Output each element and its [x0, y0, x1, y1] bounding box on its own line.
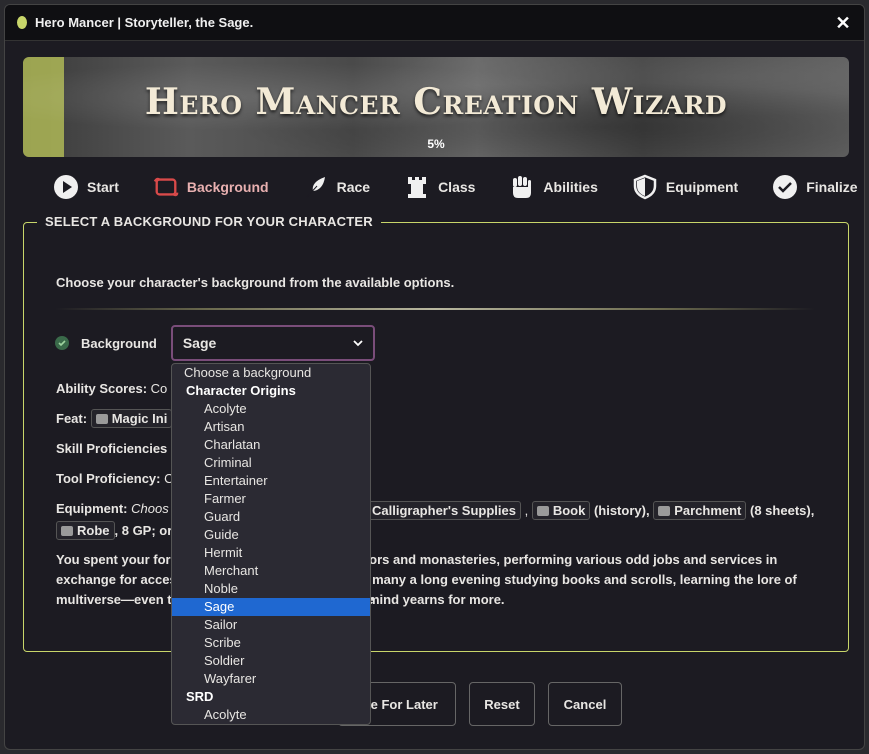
title-bar[interactable]: Hero Mancer | Storyteller, the Sage. ✕: [5, 5, 864, 41]
item-calligrapher[interactable]: Calligrapher's Supplies: [367, 501, 521, 520]
feat-line: Feat: Magic Ini: [56, 409, 173, 428]
tab-class[interactable]: Class: [404, 174, 475, 200]
feat-item[interactable]: Magic Ini: [90, 409, 173, 428]
progress-percent: 5%: [427, 137, 445, 151]
dropdown-option[interactable]: Wayfarer: [172, 670, 370, 688]
cancel-button[interactable]: Cancel: [548, 682, 622, 726]
dropdown-option[interactable]: Hermit: [172, 544, 370, 562]
item-parchment[interactable]: Parchment: [653, 501, 747, 520]
banner-title: Hero Mancer Creation Wizard: [144, 81, 728, 123]
dropdown-placeholder[interactable]: Choose a background: [172, 364, 370, 382]
dropdown-option[interactable]: Merchant: [172, 562, 370, 580]
section-legend: SELECT A BACKGROUND FOR YOUR CHARACTER: [37, 214, 381, 229]
bag-icon: [61, 526, 73, 536]
tab-race[interactable]: Race: [303, 174, 370, 200]
ability-scores-line: Ability Scores: Co: [56, 381, 168, 396]
background-select[interactable]: Sage: [170, 325, 375, 361]
feather-icon: [303, 174, 329, 200]
dropdown-options: Acolyte Artisan Charlatan Criminal Entertain…: [172, 400, 370, 688]
skill-proficiencies-line: Skill Proficiencies: [56, 441, 168, 456]
wizard-steps: Start Background Race Class Abilities Eq…: [53, 169, 858, 205]
tab-abilities[interactable]: Abilities: [509, 174, 598, 200]
dropdown-group-origins: Character Origins: [186, 383, 296, 398]
dropdown-option[interactable]: Guard: [172, 508, 370, 526]
dropdown-option[interactable]: Scribe: [172, 634, 370, 652]
tab-background[interactable]: Background: [153, 174, 269, 200]
tool-proficiency-line: Tool Proficiency: C: [56, 471, 174, 486]
tower-icon: [404, 174, 430, 200]
wizard-banner: Hero Mancer Creation Wizard 5%: [23, 57, 849, 157]
equipment-line-2: Robe, 8 GP; or: [56, 521, 172, 540]
hero-mancer-window: Hero Mancer | Storyteller, the Sage. ✕ H…: [4, 4, 865, 750]
dropdown-option[interactable]: Noble: [172, 580, 370, 598]
dropdown-option[interactable]: Soldier: [172, 652, 370, 670]
check-icon: [55, 336, 69, 350]
dropdown-option[interactable]: Sage: [172, 598, 370, 616]
item-robe[interactable]: Robe: [56, 521, 115, 540]
tab-equipment[interactable]: Equipment: [632, 174, 738, 200]
divider: [55, 308, 815, 310]
dropdown-group-srd: SRD: [186, 689, 214, 704]
dropdown-option[interactable]: Sailor: [172, 616, 370, 634]
scroll-icon: [153, 174, 179, 200]
equipment-line: Equipment: Choos: [56, 501, 169, 516]
play-icon: [53, 174, 79, 200]
app-gem-icon: [17, 16, 27, 29]
dropdown-option[interactable]: Artisan: [172, 418, 370, 436]
dropdown-option[interactable]: Entertainer: [172, 472, 370, 490]
background-label: Background: [81, 335, 157, 351]
bag-icon: [536, 506, 549, 516]
background-description: You spent your form anors and monasteries…: [56, 552, 797, 607]
item-book[interactable]: Book: [531, 501, 591, 520]
background-dropdown[interactable]: Choose a background Character Origins Ac…: [171, 363, 371, 725]
dropdown-option[interactable]: Charlatan: [172, 436, 370, 454]
dropdown-srd-options: Acolyte: [172, 706, 370, 724]
dropdown-option[interactable]: Guide: [172, 526, 370, 544]
dropdown-option[interactable]: Acolyte: [172, 400, 370, 418]
dropdown-option[interactable]: Criminal: [172, 454, 370, 472]
background-select-value: Sage: [182, 335, 217, 351]
fist-icon: [509, 174, 535, 200]
close-button[interactable]: ✕: [832, 12, 854, 34]
bag-icon: [658, 506, 671, 516]
intro-text: Choose your character's background from …: [56, 275, 455, 290]
dropdown-option[interactable]: Farmer: [172, 490, 370, 508]
dropdown-option[interactable]: Acolyte: [172, 706, 370, 724]
chevron-down-icon: [353, 336, 363, 350]
reset-button[interactable]: Reset: [469, 682, 535, 726]
window-title: Hero Mancer | Storyteller, the Sage.: [35, 15, 254, 30]
bag-icon: [95, 414, 108, 424]
background-row: Background Sage: [55, 325, 375, 361]
equipment-items: Calligrapher's Supplies , Book (history)…: [367, 501, 814, 520]
shield-icon: [632, 174, 658, 200]
check-circle-icon: [772, 174, 798, 200]
tab-finalize[interactable]: Finalize: [772, 174, 858, 200]
tab-start[interactable]: Start: [53, 174, 119, 200]
